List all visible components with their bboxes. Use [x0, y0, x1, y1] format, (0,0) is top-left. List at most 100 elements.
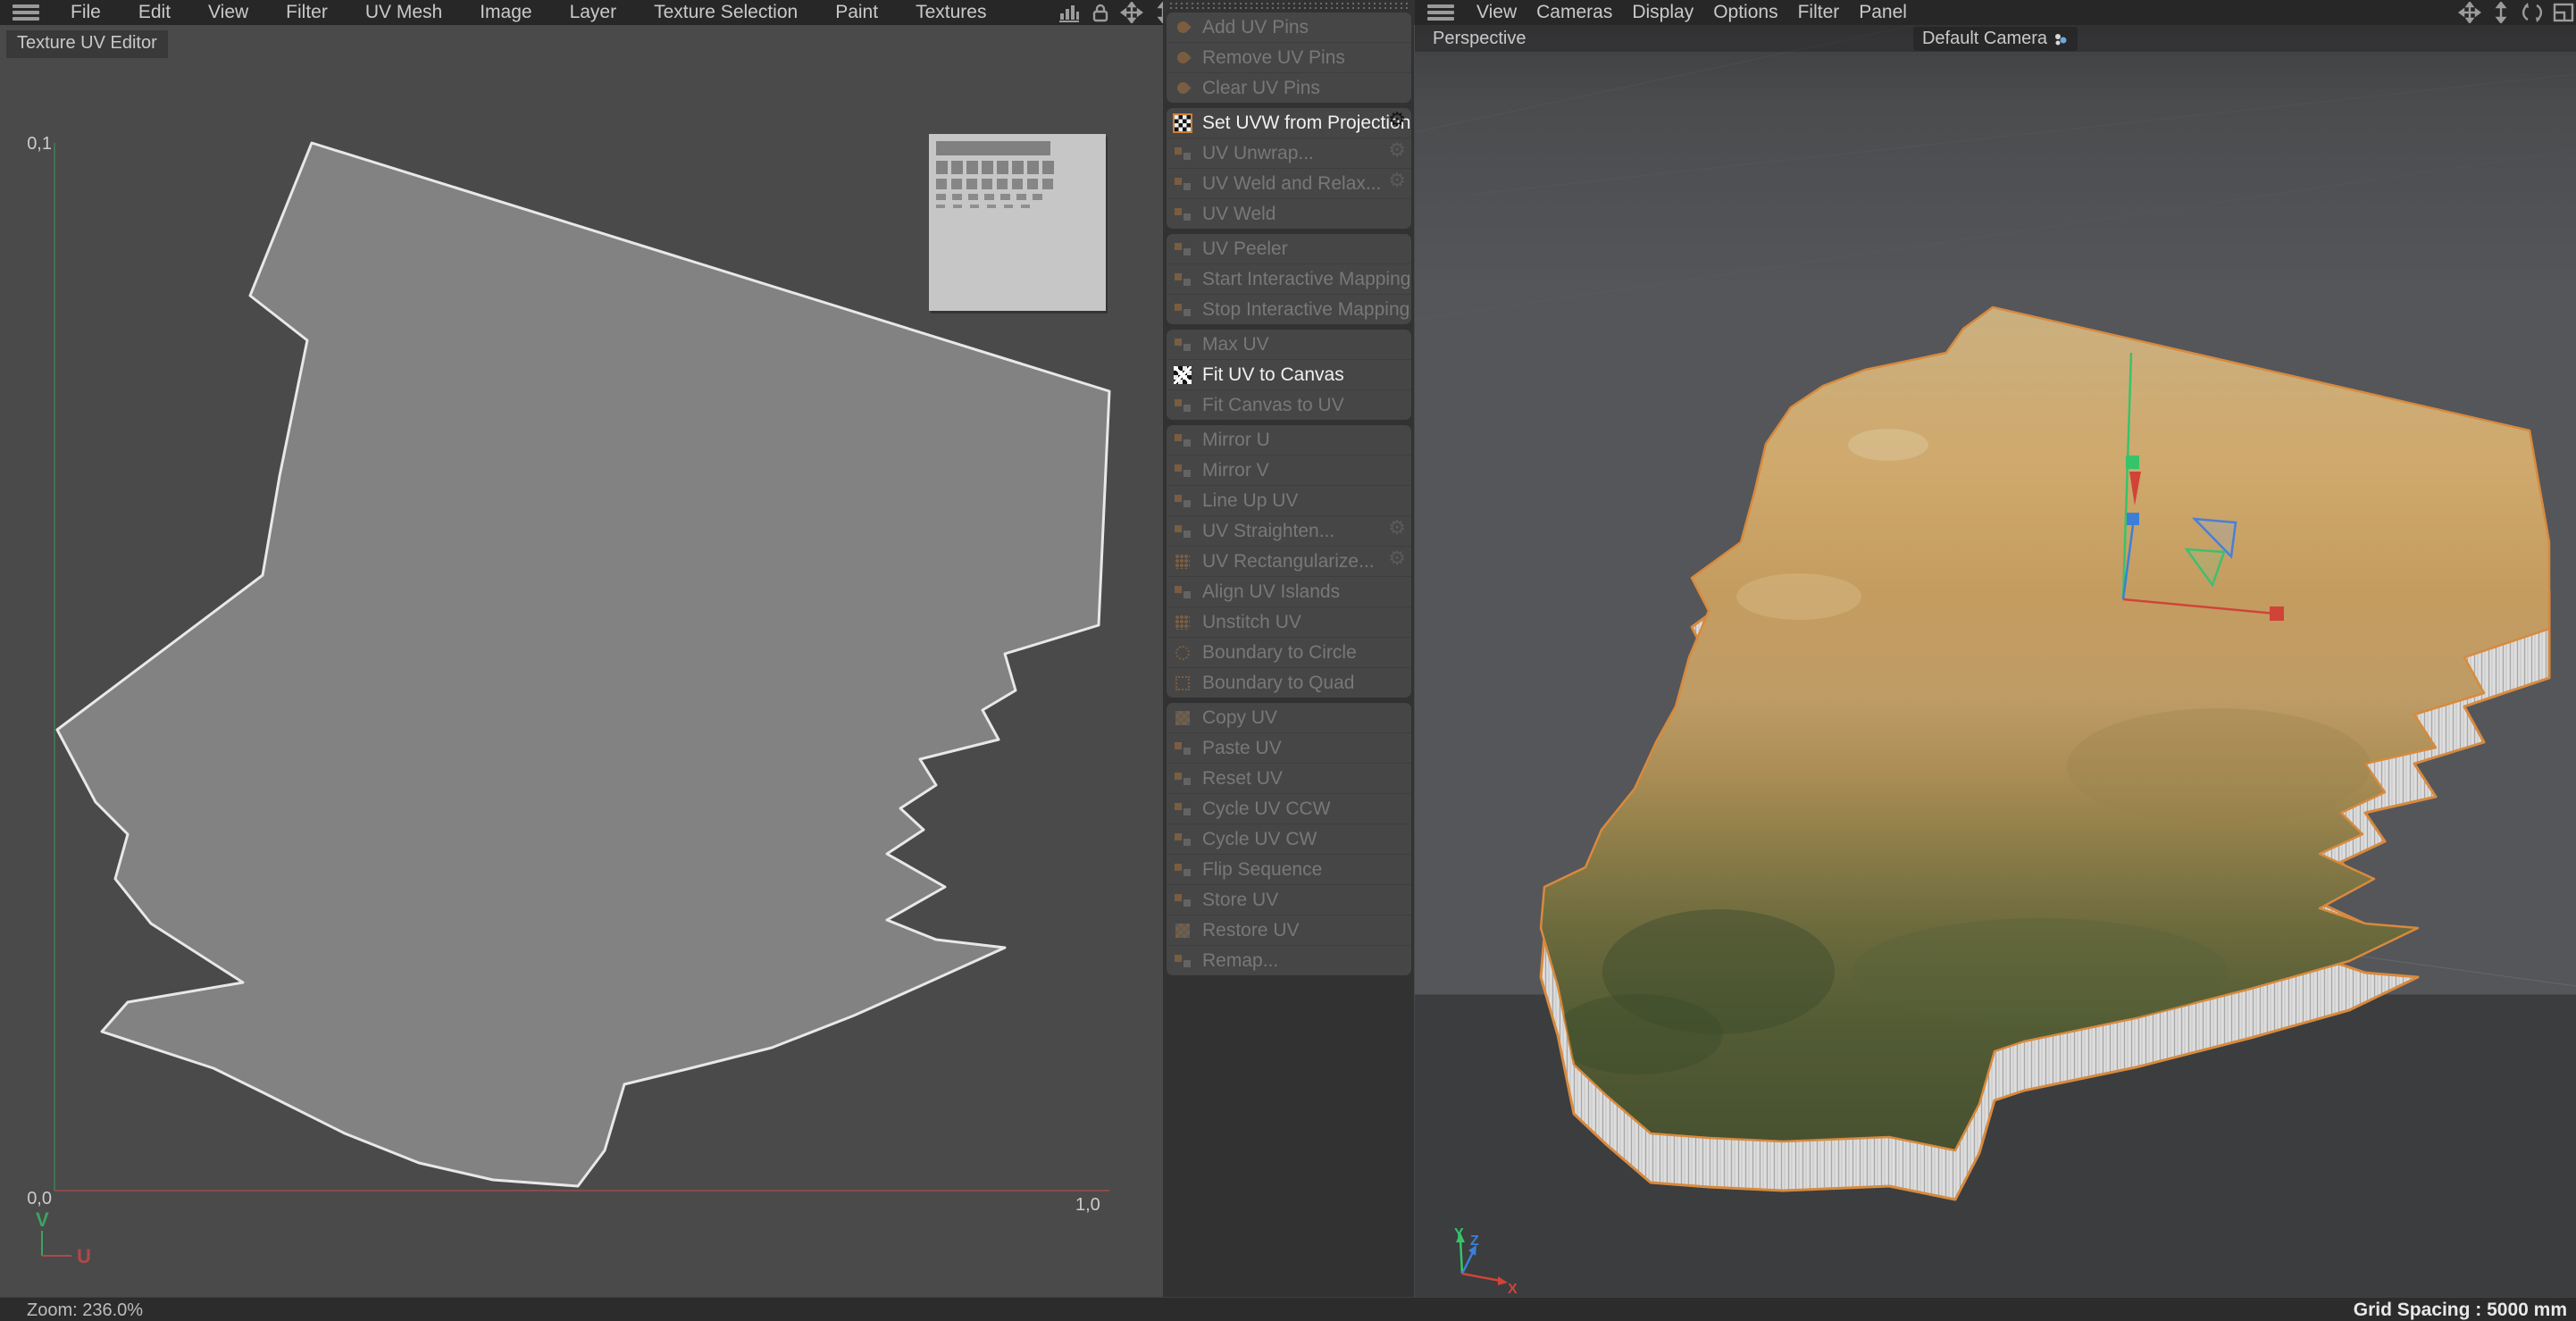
lock-icon[interactable] [1089, 2, 1112, 23]
menu-texture-selection[interactable]: Texture Selection [635, 2, 816, 23]
command-label: Store UV [1202, 890, 1278, 911]
command-line-up-uv[interactable]: Line Up UV [1167, 485, 1411, 515]
options-gear-icon[interactable]: ⚙ [1388, 139, 1406, 162]
copy-uv-icon [1172, 707, 1193, 729]
menu-layer[interactable]: Layer [551, 2, 636, 23]
command-uv-unwrap[interactable]: UV Unwrap... ⚙ [1167, 138, 1411, 168]
reset-uv-icon [1172, 768, 1193, 790]
command-uv-straighten[interactable]: UV Straighten...⚙ [1167, 515, 1411, 546]
menu-uv-mesh[interactable]: UV Mesh [347, 2, 461, 23]
command-uv-rectangularize[interactable]: UV Rectangularize...⚙ [1167, 546, 1411, 576]
menu-options[interactable]: Options [1703, 2, 1787, 23]
menu-hamburger-icon[interactable] [13, 4, 39, 21]
uv-editor-viewport[interactable]: V U Texture UV Editor 0,1 0,0 1,0 [0, 25, 1163, 1297]
uv-axis-v-label: V [36, 1208, 49, 1231]
command-clear-uv-pins[interactable]: Clear UV Pins [1167, 72, 1411, 103]
uv-unwrap-icon [1172, 143, 1193, 164]
view-label[interactable]: Perspective [1433, 29, 1526, 49]
pan-icon[interactable] [1120, 2, 1143, 23]
command-group: Copy UVPaste UV Reset UV Cycle UV CCWCycle… [1167, 703, 1411, 975]
command-mirror-v[interactable]: Mirror V [1167, 455, 1411, 485]
command-mirror-u[interactable]: Mirror U [1167, 425, 1411, 455]
camera-icon [2053, 31, 2069, 47]
menu-edit[interactable]: Edit [120, 2, 189, 23]
command-cycle-uv-cw[interactable]: Cycle UV CW [1167, 824, 1411, 854]
gizmo-z-handle[interactable] [2127, 513, 2139, 525]
command-restore-uv[interactable]: Restore UV [1167, 915, 1411, 945]
command-label: Clear UV Pins [1202, 78, 1320, 99]
gizmo-y-handle[interactable] [2126, 456, 2139, 469]
panel-grip-handle[interactable] [1170, 7, 1408, 9]
menu-hamburger-icon[interactable] [1427, 4, 1454, 21]
uv-coord-0-1: 0,1 [27, 134, 52, 155]
command-unstitch-uv[interactable]: Unstitch UV [1167, 606, 1411, 637]
command-label: Reset UV [1202, 768, 1283, 790]
rotate-icon[interactable] [2521, 2, 2544, 23]
command-label: Align UV Islands [1202, 581, 1340, 603]
uv-peeler-icon [1172, 238, 1193, 260]
pan-icon[interactable] [2458, 2, 2481, 23]
command-paste-uv[interactable]: Paste UV [1167, 732, 1411, 763]
menu-view[interactable]: View [189, 2, 267, 23]
menu-image[interactable]: Image [461, 2, 550, 23]
command-label: Set UVW from Projection... [1202, 113, 1411, 134]
perspective-viewport[interactable]: Y Z X Perspective Default Camera [1415, 25, 2576, 1297]
histogram-icon[interactable] [1058, 2, 1081, 23]
command-cycle-uv-ccw[interactable]: Cycle UV CCW [1167, 793, 1411, 824]
menu-filter[interactable]: Filter [1788, 2, 1850, 23]
perspective-canvas[interactable]: Y Z X [1415, 25, 2576, 1297]
uv-editor-toolbar [1058, 2, 1175, 23]
command-fit-uv-to-canvas[interactable]: Fit UV to Canvas [1167, 359, 1411, 389]
command-remap[interactable]: Remap... [1167, 945, 1411, 975]
command-boundary-to-quad[interactable]: Boundary to Quad [1167, 667, 1411, 698]
command-boundary-to-circle[interactable]: Boundary to Circle [1167, 637, 1411, 667]
camera-label: Default Camera [1922, 29, 2047, 49]
menu-panel[interactable]: Panel [1849, 2, 1917, 23]
gizmo-x-handle[interactable] [2270, 606, 2284, 621]
command-remove-uv-pins[interactable]: Remove UV Pins [1167, 42, 1411, 72]
menu-file[interactable]: File [52, 2, 120, 23]
command-label: Mirror U [1202, 430, 1270, 451]
max-uv-icon [1172, 334, 1193, 355]
command-store-uv[interactable]: Store UV [1167, 884, 1411, 915]
command-uv-peeler[interactable]: UV Peeler [1167, 234, 1411, 263]
options-gear-icon[interactable]: ⚙ [1388, 170, 1406, 192]
viewport-toolbar [2458, 2, 2575, 23]
command-reset-uv[interactable]: Reset UV [1167, 763, 1411, 793]
command-flip-sequence[interactable]: Flip Sequence [1167, 854, 1411, 884]
command-uv-weld[interactable]: UV Weld [1167, 198, 1411, 229]
paste-uv-icon [1172, 738, 1193, 759]
menu-textures[interactable]: Textures [897, 2, 1005, 23]
menu-filter[interactable]: Filter [267, 2, 347, 23]
rectangularize-icon [1172, 551, 1193, 573]
command-align-uv-islands[interactable]: Align UV Islands [1167, 576, 1411, 606]
panel-grip-handle[interactable] [1170, 3, 1408, 4]
command-start-interactive-mapping[interactable]: Start Interactive Mapping [1167, 263, 1411, 294]
command-add-uv-pins[interactable]: Add UV Pins [1167, 13, 1411, 42]
command-label: Stop Interactive Mapping [1202, 299, 1409, 321]
command-set-uvw-from-projection[interactable]: Set UVW from Projection...⚙ [1167, 108, 1411, 138]
command-uv-weld-and-relax[interactable]: UV Weld and Relax...⚙ [1167, 168, 1411, 198]
command-stop-interactive-mapping[interactable]: Stop Interactive Mapping [1167, 294, 1411, 324]
viewport-menubar: ViewCamerasDisplayOptionsFilterPanel [1415, 0, 2576, 26]
maximize-icon[interactable] [2552, 2, 2575, 23]
texture-preview-thumbnail[interactable] [929, 134, 1106, 311]
uv-axis-gizmo: V U [36, 1208, 91, 1267]
uv-coord-0-0: 0,0 [27, 1189, 52, 1209]
uv-editor-menubar: FileEditViewFilterUV MeshImageLayerTextu… [0, 0, 1172, 26]
menu-view[interactable]: View [1467, 2, 1526, 23]
command-copy-uv[interactable]: Copy UV [1167, 703, 1411, 732]
command-max-uv[interactable]: Max UV [1167, 330, 1411, 359]
zoom-icon[interactable] [2489, 2, 2513, 23]
mirror-v-icon [1172, 460, 1193, 481]
menu-paint[interactable]: Paint [816, 2, 897, 23]
menu-cameras[interactable]: Cameras [1526, 2, 1622, 23]
command-fit-canvas-to-uv[interactable]: Fit Canvas to UV [1167, 389, 1411, 420]
options-gear-icon[interactable]: ⚙ [1388, 548, 1406, 570]
camera-selector[interactable]: Default Camera [1913, 27, 2078, 51]
menu-display[interactable]: Display [1622, 2, 1703, 23]
command-label: UV Unwrap... [1202, 143, 1314, 164]
options-gear-icon[interactable]: ⚙ [1388, 109, 1406, 131]
uv-zoom-status: Zoom: 236.0% [27, 1300, 143, 1321]
options-gear-icon[interactable]: ⚙ [1388, 517, 1406, 539]
